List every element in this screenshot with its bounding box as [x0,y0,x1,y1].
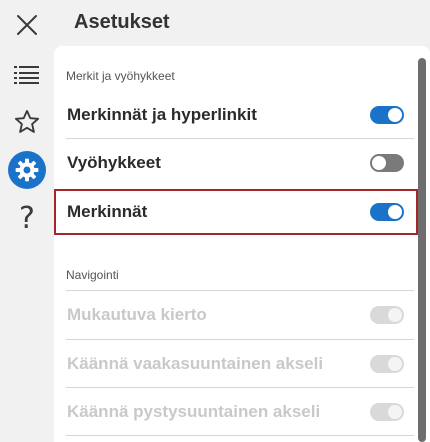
side-rail: ? [0,0,54,442]
bookmarks-button[interactable] [8,103,46,141]
help-icon: ? [19,201,35,236]
scrollbar[interactable] [418,58,426,442]
star-icon [13,108,41,136]
list-icon [14,65,40,85]
toggle-invert-horizontal[interactable] [370,355,404,373]
setting-label: Käännä vaakasuuntainen akseli [67,354,324,373]
highlight-box [54,189,418,235]
setting-row-adaptive-rotation: Mukautuva kierto [54,292,416,338]
settings-panel: Merkit ja vyöhykkeet Merkinnät ja hyperl… [54,46,430,442]
section-label-marks: Merkit ja vyöhykkeet [66,69,175,83]
toggle-knob [388,405,402,419]
divider [66,387,414,388]
page-title: Asetukset [74,11,170,33]
divider [66,290,414,291]
setting-row-annotations-hyperlinks: Merkinnät ja hyperlinkit [54,92,416,138]
toggle-zones[interactable] [370,154,404,172]
setting-row-zones: Vyöhykkeet [54,140,416,186]
toggle-adaptive-rotation[interactable] [370,306,404,324]
toggle-knob [388,108,402,122]
setting-row-invert-vertical: Käännä pystysuuntainen akseli [54,389,416,435]
toggle-annotations-hyperlinks[interactable] [370,106,404,124]
setting-label: Merkinnät ja hyperlinkit [67,105,257,124]
settings-button[interactable] [8,151,46,189]
gear-icon [14,157,40,183]
contents-button[interactable] [8,56,46,94]
setting-label: Mukautuva kierto [67,305,207,324]
toggle-knob [372,156,386,170]
setting-label: Käännä pystysuuntainen akseli [67,402,321,421]
help-button[interactable]: ? [8,200,46,238]
toggle-knob [388,357,402,371]
toggle-invert-vertical[interactable] [370,403,404,421]
divider [66,339,414,340]
close-icon [15,13,39,37]
divider [66,138,414,139]
setting-label: Vyöhykkeet [67,153,161,172]
close-button[interactable] [8,6,46,44]
setting-row-invert-horizontal: Käännä vaakasuuntainen akseli [54,341,416,387]
section-label-navigation: Navigointi [66,268,119,282]
divider [66,435,414,436]
toggle-knob [388,308,402,322]
